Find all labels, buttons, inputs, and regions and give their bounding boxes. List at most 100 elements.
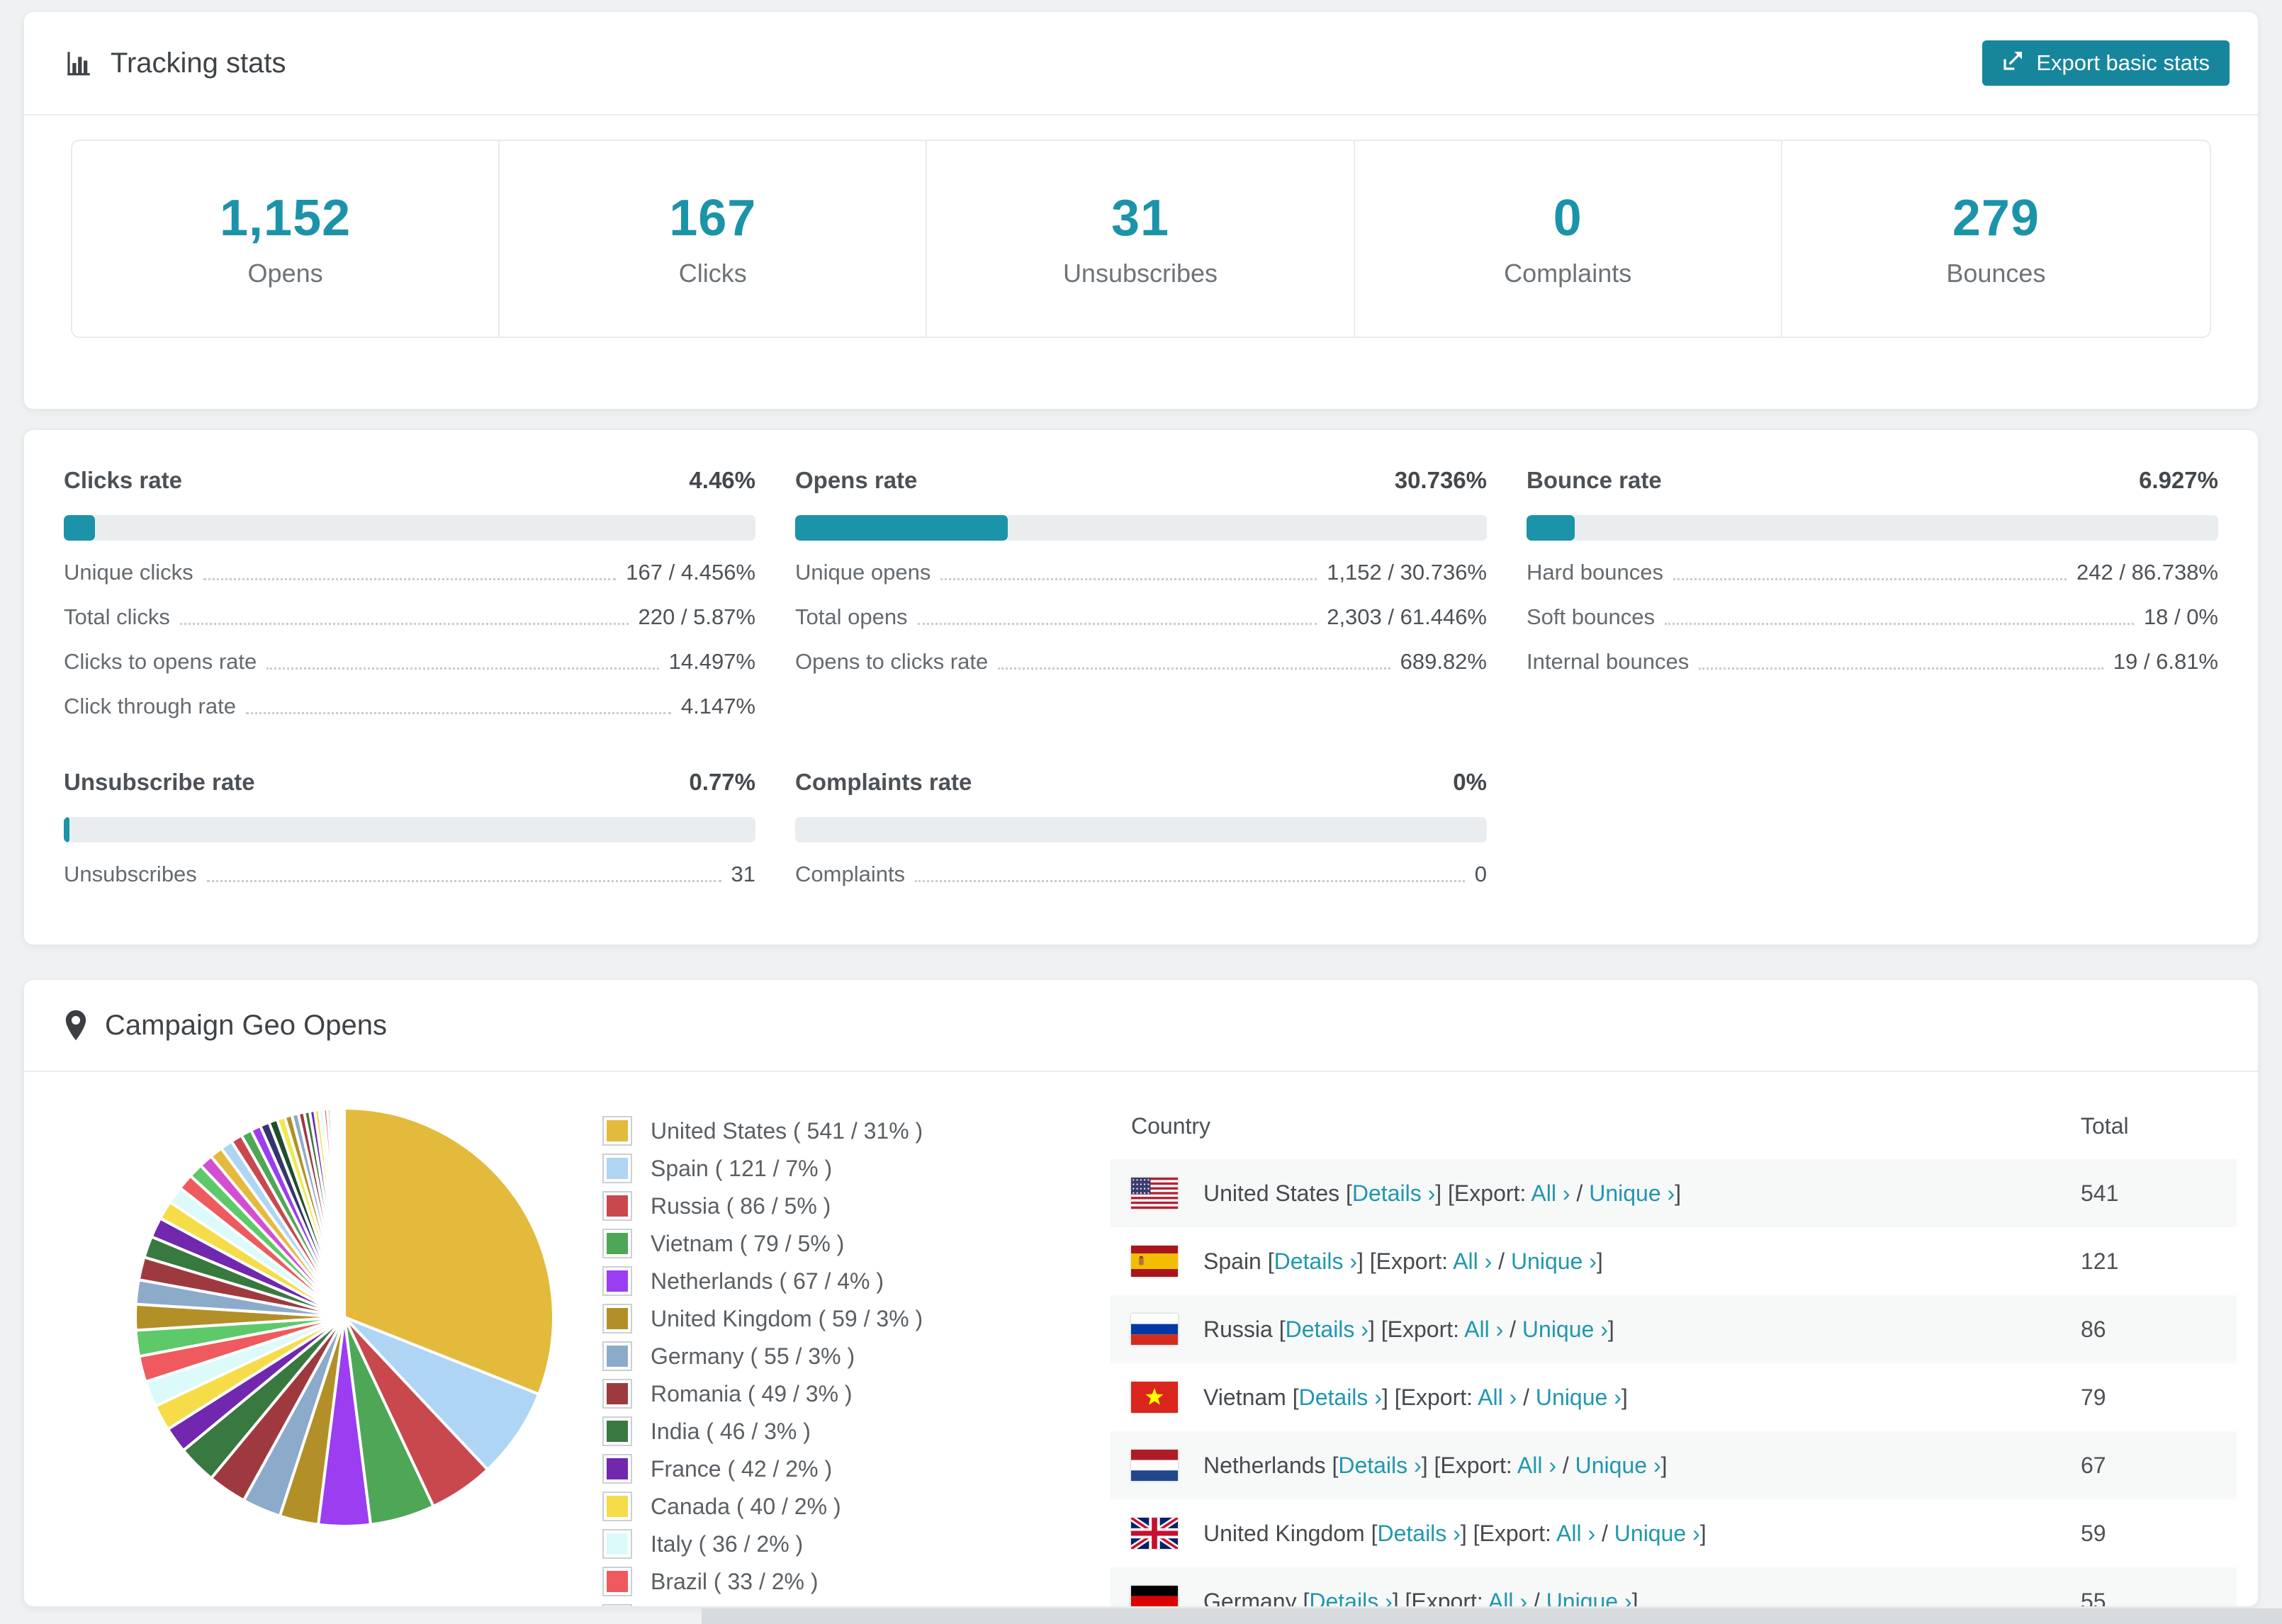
legend-item: South Africa ( 29 / 2% ): [602, 1604, 1084, 1606]
details-link[interactable]: Details ›: [1286, 1316, 1368, 1342]
rate-title: Opens rate: [795, 467, 918, 493]
rate-detail-value: 19 / 6.81%: [2113, 649, 2218, 674]
horizontal-scrollbar-thumb[interactable]: [702, 1608, 2282, 1624]
stat-cell-unsubscribes: 31 Unsubscribes: [927, 141, 1355, 337]
export-unique-link[interactable]: Unique ›: [1575, 1453, 1661, 1478]
bar-chart-icon: [64, 48, 94, 78]
export-unique-link[interactable]: Unique ›: [1511, 1248, 1597, 1274]
legend-item: Russia ( 86 / 5% ): [602, 1191, 1084, 1221]
rate-value: 0%: [1453, 769, 1487, 795]
rate-head: Complaints rate 0%: [795, 769, 1487, 796]
rate-title: Unsubscribe rate: [64, 769, 255, 795]
stat-label: Complaints: [1504, 259, 1632, 288]
dotted-leader: [1664, 623, 2134, 625]
country-total: 59: [2081, 1520, 2106, 1546]
rate-detail-label: Unique opens: [795, 560, 931, 585]
rate-detail-value: 4.147%: [680, 694, 755, 718]
rate-detail-value: 242 / 86.738%: [2076, 560, 2218, 585]
table-row-netherlands: Netherlands [Details ›] [Export: All › /…: [1110, 1431, 2237, 1499]
legend-label: Russia ( 86 / 5% ): [651, 1192, 831, 1219]
rate-detail-label: Click through rate: [64, 694, 236, 718]
country-line: United Kingdom [Details ›] [Export: All …: [1203, 1520, 1707, 1546]
details-link[interactable]: Details ›: [1352, 1180, 1435, 1206]
country-line: Spain [Details ›] [Export: All › / Uniqu…: [1203, 1248, 1603, 1274]
table-row-vietnam: Vietnam [Details ›] [Export: All › / Uni…: [1110, 1363, 2237, 1431]
rate-title: Complaints rate: [795, 769, 972, 795]
country-total: 67: [2081, 1452, 2106, 1478]
rate-value: 30.736%: [1394, 467, 1487, 493]
rate-head: Opens rate 30.736%: [795, 467, 1487, 494]
tracking-stats-title-row: Tracking stats: [64, 47, 286, 79]
rate-detail-label: Clicks to opens rate: [64, 649, 257, 674]
rate-detail-value: 689.82%: [1400, 649, 1487, 674]
flag-de: [1131, 1586, 1178, 1606]
export-all-link[interactable]: All ›: [1556, 1521, 1595, 1546]
rate-detail-value: 0: [1474, 862, 1487, 886]
rate-detail-row: Total opens 2,303 / 61.446%: [795, 604, 1487, 630]
country-name: Spain: [1203, 1248, 1261, 1274]
rate-block-unsubscribe-rate: Unsubscribe rate 0.77% Unsubscribes 31: [64, 769, 755, 887]
rate-detail-row: Unsubscribes 31: [64, 862, 755, 887]
export-all-link[interactable]: All ›: [1464, 1316, 1503, 1342]
export-all-link[interactable]: All ›: [1517, 1453, 1556, 1478]
rate-detail-row: Soft bounces 18 / 0%: [1527, 604, 2218, 630]
dotted-leader: [179, 623, 629, 625]
rate-value: 4.46%: [689, 467, 755, 493]
export-all-link[interactable]: All ›: [1478, 1385, 1517, 1410]
export-unique-link[interactable]: Unique ›: [1522, 1316, 1608, 1342]
details-link[interactable]: Details ›: [1299, 1385, 1382, 1410]
rate-detail-label: Complaints: [795, 862, 906, 886]
export-unique-link[interactable]: Unique ›: [1614, 1521, 1700, 1546]
country-cell: United Kingdom [Details ›] [Export: All …: [1131, 1518, 2059, 1549]
table-header-row: Country Total: [1110, 1092, 2237, 1159]
table-row-spain: Spain [Details ›] [Export: All › / Uniqu…: [1110, 1227, 2237, 1295]
flag-gb: [1131, 1518, 1178, 1549]
details-link[interactable]: Details ›: [1274, 1248, 1357, 1274]
export-unique-link[interactable]: Unique ›: [1589, 1180, 1675, 1206]
country-cell: Vietnam [Details ›] [Export: All › / Uni…: [1131, 1382, 2059, 1413]
progress-bar-fill: [1527, 515, 1575, 541]
legend-swatch: [602, 1416, 632, 1446]
geo-pie-chart[interactable]: [132, 1105, 557, 1530]
rate-title: Clicks rate: [64, 467, 182, 493]
details-link[interactable]: Details ›: [1338, 1453, 1421, 1478]
summary-stats-box: 1,152 Opens 167 Clicks 31 Unsubscribes 0 Co…: [71, 140, 2211, 338]
rate-detail-label: Total clicks: [64, 604, 170, 629]
export-all-link[interactable]: All ›: [1453, 1248, 1492, 1274]
legend-swatch: [602, 1266, 632, 1296]
tracking-stats-header: Tracking stats Export basic stats: [24, 12, 2258, 115]
tracking-stats-card: Tracking stats Export basic stats 1,152 …: [23, 11, 2259, 410]
legend-swatch: [602, 1379, 632, 1409]
export-all-link[interactable]: All ›: [1531, 1180, 1570, 1206]
dotted-leader: [1699, 667, 2103, 670]
country-name: Russia: [1203, 1316, 1273, 1342]
country-cell: Netherlands [Details ›] [Export: All › /…: [1131, 1450, 2059, 1481]
export-basic-stats-button[interactable]: Export basic stats: [1982, 40, 2230, 86]
dotted-leader: [245, 712, 671, 714]
geo-table: Country Total United States [Details ›] …: [1110, 1092, 2237, 1607]
legend-item: Canada ( 40 / 2% ): [602, 1492, 1084, 1521]
legend-swatch: [602, 1341, 632, 1371]
geo-table-body: United States [Details ›] [Export: All ›…: [1110, 1159, 2237, 1607]
details-link[interactable]: Details ›: [1377, 1521, 1460, 1546]
rate-head: Bounce rate 6.927%: [1527, 467, 2218, 494]
export-all-link[interactable]: All ›: [1488, 1589, 1527, 1607]
legend-swatch: [602, 1116, 632, 1146]
legend-label: India ( 46 / 3% ): [651, 1418, 811, 1444]
details-link[interactable]: Details ›: [1309, 1589, 1392, 1607]
rate-detail-label: Soft bounces: [1527, 604, 1655, 629]
export-icon: [2002, 49, 2025, 77]
progress-bar: [1527, 515, 2218, 541]
rate-detail-label: Internal bounces: [1527, 649, 1690, 674]
export-unique-link[interactable]: Unique ›: [1536, 1385, 1621, 1410]
legend-label: Romania ( 49 / 3% ): [651, 1380, 853, 1406]
rate-block-complaints-rate: Complaints rate 0% Complaints 0: [795, 769, 1487, 887]
legend-swatch: [602, 1229, 632, 1258]
export-unique-link[interactable]: Unique ›: [1546, 1589, 1632, 1607]
legend-swatch: [602, 1604, 632, 1606]
stat-label: Opens: [247, 259, 323, 288]
dashboard-page: Tracking stats Export basic stats 1,152 …: [0, 0, 2282, 1607]
country-total: 121: [2081, 1248, 2119, 1274]
legend-item: Spain ( 121 / 7% ): [602, 1154, 1084, 1183]
progress-bar: [795, 817, 1487, 842]
